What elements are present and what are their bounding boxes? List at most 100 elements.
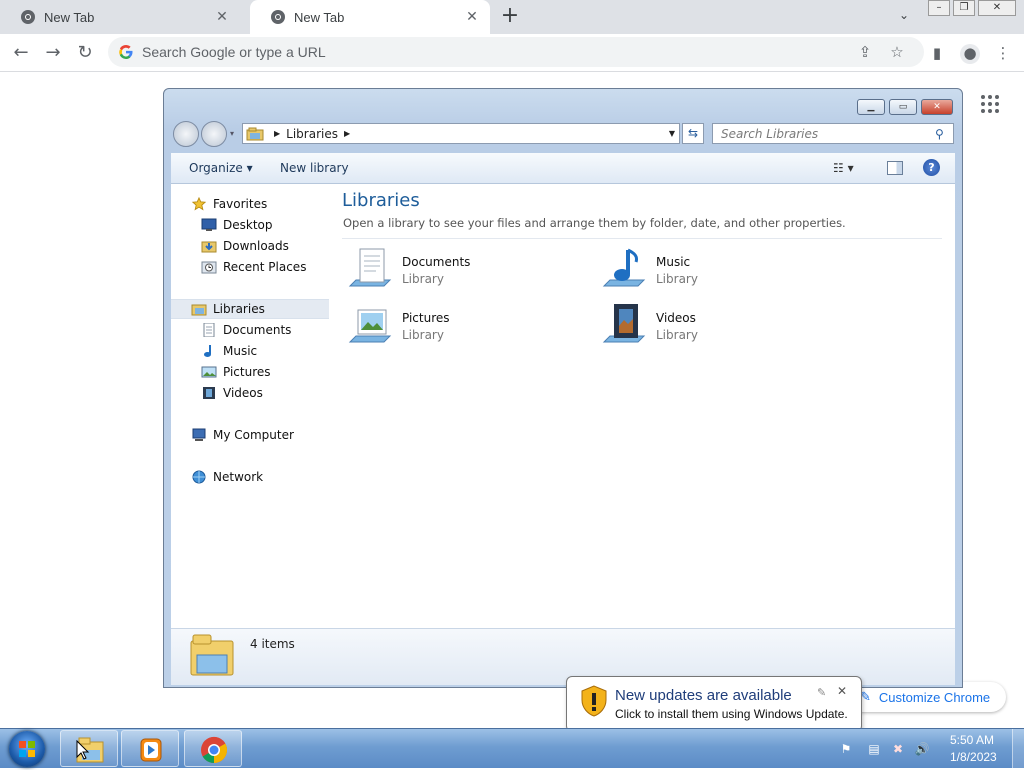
chrome-icon (201, 736, 228, 764)
address-bar[interactable]: ▶ Libraries ▶ ▼ (242, 123, 680, 144)
breadcrumb-libraries[interactable]: Libraries (286, 127, 338, 141)
omnibox-placeholder: Search Google or type a URL (142, 44, 326, 60)
volume-icon[interactable]: 🔊 (914, 741, 930, 757)
omnibox[interactable]: Search Google or type a URL ⇪ ☆ (108, 37, 924, 67)
bookmark-star-icon[interactable]: ☆ (888, 43, 906, 61)
preview-pane-icon[interactable] (887, 161, 903, 175)
chrome-tab-strip: New Tab ✕ New Tab ✕ + ⌄ – ❐ ✕ (0, 0, 1024, 34)
tab-title: New Tab (44, 9, 95, 25)
close-window-button[interactable]: ✕ (978, 0, 1016, 16)
chrome-toolbar: ← → ↻ Search Google or type a URL ⇪ ☆ ▮ … (0, 34, 1024, 72)
start-button[interactable] (9, 731, 45, 767)
libraries-folder-icon (246, 127, 264, 140)
navigation-pane: Favorites Desktop Downloads Recent Place… (171, 184, 331, 628)
minimize-button[interactable]: – (928, 0, 950, 16)
breadcrumb-separator-icon[interactable]: ▶ (274, 129, 280, 138)
libraries-folder-icon (191, 304, 207, 316)
videos-library-icon (602, 304, 646, 343)
content-pane: Libraries Open a library to see your fil… (330, 184, 955, 628)
google-g-icon (119, 45, 133, 59)
nav-music[interactable]: Music (171, 341, 329, 361)
network-disconnected-icon[interactable]: ✖ (890, 741, 906, 757)
page-description: Open a library to see your files and arr… (343, 216, 846, 230)
library-videos[interactable]: Videos Library (602, 302, 842, 352)
libraries-folder-icon (190, 634, 234, 676)
explorer-back-button[interactable] (173, 121, 199, 147)
documents-library-icon (348, 248, 392, 287)
tab-search-chevron-icon[interactable]: ⌄ (895, 8, 913, 26)
windows-update-notification[interactable]: New updates are available Click to insta… (566, 676, 862, 741)
new-library-button[interactable]: New library (280, 161, 349, 175)
explorer-forward-button[interactable] (201, 121, 227, 147)
change-view-icon[interactable]: ☷ ▾ (833, 161, 854, 175)
tab-close-icon[interactable]: ✕ (464, 9, 480, 25)
music-library-icon (602, 248, 646, 287)
tab-close-icon[interactable]: ✕ (214, 9, 230, 25)
nav-documents[interactable]: Documents (171, 320, 329, 340)
explorer-maximize-button[interactable]: ▭ (889, 99, 917, 115)
library-documents[interactable]: Documents Library (348, 246, 588, 296)
desktop-icon (201, 218, 217, 231)
nav-favorites[interactable]: Favorites (171, 194, 329, 214)
explorer-close-button[interactable]: ✕ (921, 99, 953, 115)
address-dropdown-icon[interactable]: ▼ (665, 129, 679, 138)
taskbar-chrome-button[interactable] (184, 730, 242, 767)
breadcrumb-separator-icon[interactable]: ▶ (344, 129, 350, 138)
search-libraries-input[interactable]: Search Libraries ⚲ (712, 123, 954, 144)
profile-avatar-icon[interactable]: ● (960, 44, 980, 64)
restore-button[interactable]: ❐ (953, 0, 975, 16)
share-icon[interactable]: ⇪ (856, 43, 874, 61)
nav-pictures[interactable]: Pictures (171, 362, 329, 382)
clock-date[interactable]: 1/8/2023 (950, 750, 997, 764)
organize-button[interactable]: Organize ▾ (189, 161, 253, 175)
documents-icon (203, 323, 215, 337)
windows-update-tray-icon[interactable]: ⚑ (838, 741, 854, 757)
show-desktop-button[interactable] (1012, 729, 1024, 769)
google-apps-icon[interactable] (981, 95, 999, 113)
nav-libraries[interactable]: Libraries (171, 299, 329, 319)
customize-chrome-label: Customize Chrome (878, 689, 991, 705)
notification-options-icon[interactable]: ✎ (817, 686, 826, 699)
taskbar: ⚑ ▤ ✖ 🔊 5:50 AM 1/8/2023 (0, 728, 1024, 769)
warning-shield-icon (581, 685, 607, 717)
item-count: 4 items (250, 637, 295, 651)
side-panel-icon[interactable]: ▮ (928, 44, 946, 62)
nav-desktop[interactable]: Desktop (171, 215, 329, 235)
notification-close-icon[interactable]: ✕ (837, 684, 847, 698)
nav-recent-places[interactable]: Recent Places (171, 257, 329, 277)
recent-pages-chevron-icon[interactable]: ▾ (230, 129, 234, 138)
help-icon[interactable]: ? (923, 159, 940, 176)
mouse-cursor-icon (76, 740, 90, 760)
tab-title: New Tab (294, 9, 345, 25)
library-pictures[interactable]: Pictures Library (348, 302, 588, 352)
music-note-icon (204, 345, 211, 357)
nav-network[interactable]: Network (171, 467, 329, 487)
new-tab-button[interactable]: + (498, 5, 522, 29)
reload-icon[interactable]: ↻ (74, 42, 96, 64)
videos-icon (203, 387, 215, 399)
pictures-library-icon (348, 309, 392, 343)
chrome-menu-icon[interactable]: ⋮ (994, 44, 1012, 62)
back-icon[interactable]: ← (10, 42, 32, 64)
taskbar-media-player-button[interactable] (121, 730, 179, 767)
notification-title: New updates are available (615, 687, 792, 704)
action-center-icon[interactable]: ▤ (866, 741, 882, 757)
search-icon[interactable]: ⚲ (935, 127, 953, 141)
refresh-icon[interactable]: ⇆ (682, 123, 704, 144)
chrome-favicon-icon (271, 10, 285, 24)
clock-time[interactable]: 5:50 AM (950, 733, 994, 747)
chrome-favicon-icon (21, 10, 35, 24)
star-icon (191, 197, 207, 211)
tab-new-tab-2[interactable]: New Tab ✕ (250, 0, 490, 34)
computer-icon (192, 428, 206, 441)
explorer-minimize-button[interactable]: ▁ (857, 99, 885, 115)
forward-icon[interactable]: → (42, 42, 64, 64)
command-bar: Organize ▾ New library ☷ ▾ ? (171, 153, 955, 184)
nav-my-computer[interactable]: My Computer (171, 425, 329, 445)
nav-videos[interactable]: Videos (171, 383, 329, 403)
media-player-icon (140, 738, 162, 762)
library-music[interactable]: Music Library (602, 246, 842, 296)
windows-logo-icon (19, 741, 35, 757)
tab-new-tab-1[interactable]: New Tab ✕ (0, 0, 240, 34)
nav-downloads[interactable]: Downloads (171, 236, 329, 256)
